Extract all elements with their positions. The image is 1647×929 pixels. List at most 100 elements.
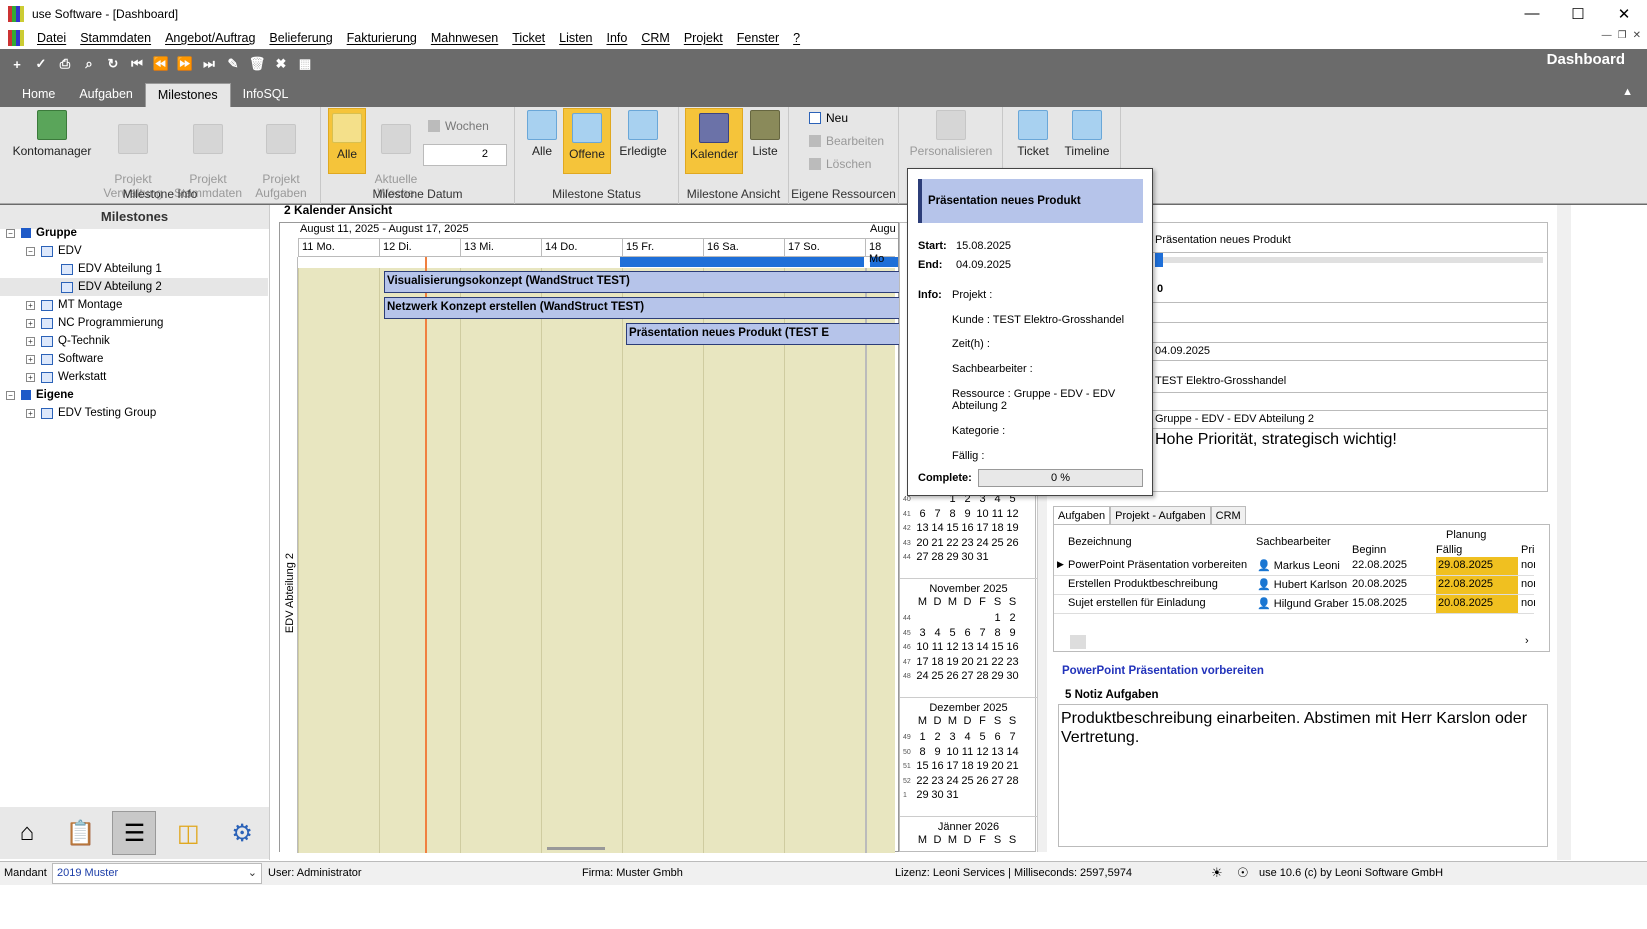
menu-help[interactable]: ? bbox=[786, 31, 807, 45]
status-alle-button[interactable]: Alle bbox=[523, 110, 561, 158]
tree-item[interactable]: EDV Abteilung 1 bbox=[0, 260, 268, 278]
collapse-icon[interactable]: − bbox=[6, 228, 15, 238]
progress-slider[interactable] bbox=[1155, 253, 1163, 267]
database-icon[interactable]: ◫ bbox=[166, 811, 210, 855]
collapse-icon[interactable] bbox=[46, 265, 55, 274]
tree-item[interactable]: − Gruppe bbox=[0, 224, 268, 242]
status-erledigte-button[interactable]: Erledigte bbox=[615, 110, 671, 158]
last-icon[interactable]: ⏭ bbox=[198, 54, 220, 74]
mini-calendar-day[interactable]: 19 bbox=[1005, 522, 1020, 534]
day-column[interactable] bbox=[784, 268, 865, 853]
day-header[interactable]: 17 So. bbox=[784, 239, 865, 257]
mini-calendar-day[interactable]: 23 bbox=[930, 775, 945, 787]
right-scrollbar[interactable] bbox=[1557, 205, 1571, 860]
mdi-close-icon[interactable]: ✕ bbox=[1633, 30, 1641, 41]
mini-calendar-day[interactable]: 28 bbox=[930, 551, 945, 563]
mini-calendar-day[interactable]: 1 bbox=[915, 731, 930, 743]
mini-calendar-day[interactable]: 12 bbox=[945, 641, 960, 653]
milestone-bar[interactable]: Netzwerk Konzept erstellen (WandStruct T… bbox=[384, 297, 904, 319]
mini-calendar-day[interactable]: 13 bbox=[915, 522, 930, 534]
milestone-bar[interactable]: Präsentation neues Produkt (TEST E bbox=[626, 323, 904, 345]
day-header[interactable]: 12 Di. bbox=[379, 239, 460, 257]
menu-fakturierung[interactable]: Fakturierung bbox=[340, 31, 424, 45]
menu-crm[interactable]: CRM bbox=[634, 31, 676, 45]
mini-calendar-day[interactable]: 5 bbox=[945, 627, 960, 639]
kontomanager-button[interactable]: Kontomanager bbox=[8, 110, 96, 158]
sun-icon[interactable]: ☀ bbox=[1211, 865, 1223, 881]
mini-calendar-day[interactable]: 11 bbox=[990, 508, 1005, 520]
expand-icon[interactable]: + bbox=[26, 372, 35, 382]
mini-calendar-day[interactable]: 4 bbox=[960, 731, 975, 743]
search-icon[interactable]: ⌕ bbox=[78, 54, 100, 74]
add-icon[interactable]: + bbox=[6, 54, 28, 74]
day-header[interactable]: 13 Mi. bbox=[460, 239, 541, 257]
collapse-icon[interactable]: − bbox=[6, 390, 15, 400]
day-column[interactable] bbox=[379, 268, 460, 853]
menu-mahnwesen[interactable]: Mahnwesen bbox=[424, 31, 505, 45]
day-column[interactable] bbox=[541, 268, 622, 853]
mini-calendar-day[interactable]: 9 bbox=[1005, 627, 1020, 639]
col-faellig[interactable]: Fällig bbox=[1436, 544, 1462, 556]
mini-calendar-day[interactable]: 30 bbox=[930, 789, 945, 801]
mini-calendar-day[interactable]: 12 bbox=[1005, 508, 1020, 520]
mini-calendar-day[interactable]: 11 bbox=[930, 641, 945, 653]
mini-calendar-day[interactable]: 28 bbox=[975, 670, 990, 682]
tab-infosql[interactable]: InfoSQL bbox=[231, 83, 301, 107]
mini-calendar-day[interactable]: 22 bbox=[990, 656, 1005, 668]
day-column[interactable] bbox=[298, 268, 379, 853]
datum-alle-button[interactable]: Alle bbox=[328, 108, 366, 174]
expand-icon[interactable]: + bbox=[26, 408, 35, 418]
list-view-icon[interactable]: ☰ bbox=[112, 811, 157, 855]
mini-calendar-day[interactable]: 7 bbox=[930, 508, 945, 520]
mini-calendar-day[interactable]: 22 bbox=[945, 537, 960, 549]
mini-calendar-day[interactable]: 10 bbox=[915, 641, 930, 653]
col-bezeichnung[interactable]: Bezeichnung bbox=[1068, 536, 1132, 548]
menu-info[interactable]: Info bbox=[600, 31, 635, 45]
personalisieren-button[interactable]: Personalisieren bbox=[905, 110, 997, 158]
mini-calendar-day[interactable]: 11 bbox=[960, 746, 975, 758]
table-row[interactable]: Erstellen Produktbeschreibung 👤 Hubert Ka… bbox=[1054, 576, 1535, 595]
mini-calendar-day[interactable]: 16 bbox=[930, 760, 945, 772]
tree-item[interactable]: − Eigene bbox=[0, 386, 268, 404]
mini-calendar-day[interactable]: 18 bbox=[960, 760, 975, 772]
mini-calendar-day[interactable]: 26 bbox=[1005, 537, 1020, 549]
mini-calendar-day[interactable]: 31 bbox=[945, 789, 960, 801]
mini-calendar-day[interactable]: 6 bbox=[960, 627, 975, 639]
mini-calendar-day[interactable]: 20 bbox=[915, 537, 930, 549]
table-row[interactable]: Sujet erstellen für Einladung 👤 Hilgund G… bbox=[1054, 595, 1535, 614]
mini-calendar-day[interactable]: 20 bbox=[960, 656, 975, 668]
mini-calendar-day[interactable]: 17 bbox=[945, 760, 960, 772]
mini-calendar-day[interactable]: 9 bbox=[930, 746, 945, 758]
cancel-icon[interactable]: ✖ bbox=[270, 54, 292, 74]
print-icon[interactable]: ⎙ bbox=[54, 54, 76, 74]
clipboard-icon[interactable]: 📋 bbox=[59, 811, 103, 855]
mini-calendar-day[interactable]: 23 bbox=[1005, 656, 1020, 668]
day-header[interactable]: 15 Fr. bbox=[622, 239, 703, 257]
mini-calendar-day[interactable]: 27 bbox=[960, 670, 975, 682]
maximize-icon[interactable]: ☐ bbox=[1555, 0, 1601, 27]
mini-calendar-day[interactable]: 21 bbox=[975, 656, 990, 668]
mini-calendar-day[interactable]: 31 bbox=[975, 551, 990, 563]
day-header[interactable]: 11 Mo. bbox=[298, 239, 379, 257]
mini-calendar-day[interactable]: 2 bbox=[930, 731, 945, 743]
mini-calendar-day[interactable]: 17 bbox=[915, 656, 930, 668]
mini-calendar-day[interactable]: 26 bbox=[945, 670, 960, 682]
close-icon[interactable]: ✕ bbox=[1601, 0, 1647, 27]
tab-aufgaben[interactable]: Aufgaben bbox=[67, 83, 145, 107]
mini-calendar-day[interactable]: 30 bbox=[1005, 670, 1020, 682]
day-column[interactable] bbox=[460, 268, 541, 853]
day-header[interactable]: 14 Do. bbox=[541, 239, 622, 257]
menu-angebot-auftrag[interactable]: Angebot/Auftrag bbox=[158, 31, 262, 45]
neu-button[interactable]: Neu bbox=[809, 111, 848, 125]
mini-calendar-day[interactable]: 14 bbox=[975, 641, 990, 653]
gear-icon[interactable]: ⚙ bbox=[220, 811, 264, 855]
task-note[interactable]: Produktbeschreibung einarbeiten. Abstime… bbox=[1058, 704, 1548, 847]
mini-calendar-day[interactable]: 13 bbox=[990, 746, 1005, 758]
mini-calendar-day[interactable]: 18 bbox=[930, 656, 945, 668]
tree-item[interactable]: EDV Abteilung 2 bbox=[0, 278, 268, 296]
menu-listen[interactable]: Listen bbox=[552, 31, 599, 45]
mini-calendar-day[interactable]: 12 bbox=[975, 746, 990, 758]
tab-milestones[interactable]: Milestones bbox=[144, 83, 231, 107]
tree-item[interactable]: + Software bbox=[0, 350, 268, 368]
tab-aufgaben-list[interactable]: Aufgaben bbox=[1053, 506, 1111, 525]
